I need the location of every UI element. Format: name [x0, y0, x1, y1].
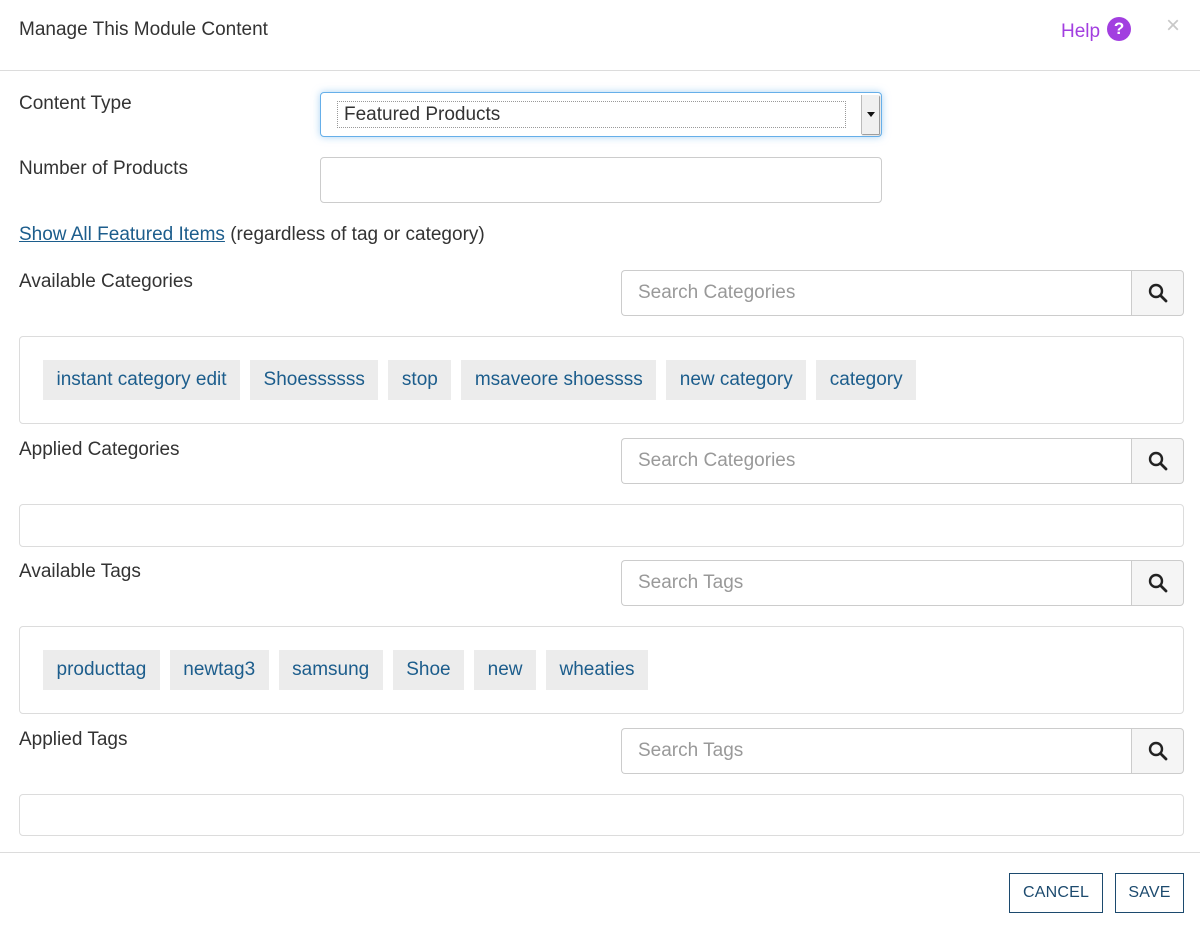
close-icon[interactable]: ×: [1166, 14, 1180, 38]
help-link[interactable]: Help ?: [1061, 17, 1132, 44]
dropdown-arrow-icon[interactable]: [861, 95, 879, 134]
available-tags-list: producttag newtag3 samsung Shoe new wheaties: [20, 627, 1183, 690]
search-icon: [1148, 283, 1167, 303]
help-label: Help: [1061, 21, 1101, 42]
applied-categories-box: [19, 504, 1184, 547]
available-categories-search-button[interactable]: [1131, 270, 1184, 316]
applied-categories-search: [621, 438, 1184, 484]
modal-title: Manage This Module Content: [19, 19, 268, 40]
tag-chip[interactable]: wheaties: [545, 650, 648, 690]
question-circle-icon: ?: [1107, 17, 1132, 41]
category-chip[interactable]: new category: [666, 360, 807, 400]
applied-categories-search-button[interactable]: [1131, 438, 1184, 484]
content-type-label: Content Type: [19, 93, 132, 114]
available-tags-search-button[interactable]: [1131, 560, 1184, 606]
applied-tags-box: [19, 794, 1184, 836]
show-all-featured-link[interactable]: Show All Featured Items: [19, 224, 225, 245]
available-categories-search: [621, 270, 1184, 316]
applied-tags-search-button[interactable]: [1131, 728, 1184, 774]
show-all-row: Show All Featured Items (regardless of t…: [19, 224, 485, 246]
search-icon: [1148, 573, 1167, 593]
number-of-products-input[interactable]: [320, 157, 882, 203]
show-all-note: (regardless of tag or category): [230, 224, 485, 245]
number-of-products-label: Number of Products: [19, 158, 188, 179]
applied-tags-search-input[interactable]: [621, 728, 1131, 774]
applied-tags-search: [621, 728, 1184, 774]
available-tags-label: Available Tags: [19, 561, 141, 582]
available-tags-box: producttag newtag3 samsung Shoe new wheaties: [19, 626, 1184, 714]
available-categories-box: instant category edit Shoessssss stop msave…: [19, 336, 1184, 424]
applied-categories-label: Applied Categories: [19, 439, 180, 460]
category-chip[interactable]: instant category edit: [43, 360, 241, 400]
tag-chip[interactable]: samsung: [278, 650, 383, 690]
tag-chip[interactable]: new: [474, 650, 536, 690]
applied-tags-label: Applied Tags: [19, 729, 128, 750]
available-tags-search: [621, 560, 1184, 606]
category-chip[interactable]: stop: [388, 360, 452, 400]
save-button[interactable]: SAVE: [1115, 873, 1184, 913]
available-categories-search-input[interactable]: [621, 270, 1131, 316]
tag-chip[interactable]: Shoe: [392, 650, 465, 690]
available-tags-search-input[interactable]: [621, 560, 1131, 606]
search-icon: [1148, 741, 1167, 761]
category-chip[interactable]: Shoessssss: [250, 360, 379, 400]
category-chip[interactable]: category: [816, 360, 917, 400]
available-categories-label: Available Categories: [19, 271, 193, 292]
tag-chip[interactable]: newtag3: [169, 650, 269, 690]
available-categories-list: instant category edit Shoessssss stop msave…: [20, 337, 1183, 400]
search-icon: [1148, 451, 1167, 471]
tag-chip[interactable]: producttag: [43, 650, 160, 690]
cancel-button[interactable]: CANCEL: [1009, 873, 1103, 913]
applied-categories-search-input[interactable]: [621, 438, 1131, 484]
content-type-select[interactable]: Featured Products: [320, 92, 882, 137]
modal-header: Manage This Module Content Help ? ×: [0, 0, 1200, 71]
content-type-selected-value: Featured Products: [337, 101, 846, 128]
category-chip[interactable]: msaveore shoessss: [461, 360, 657, 400]
